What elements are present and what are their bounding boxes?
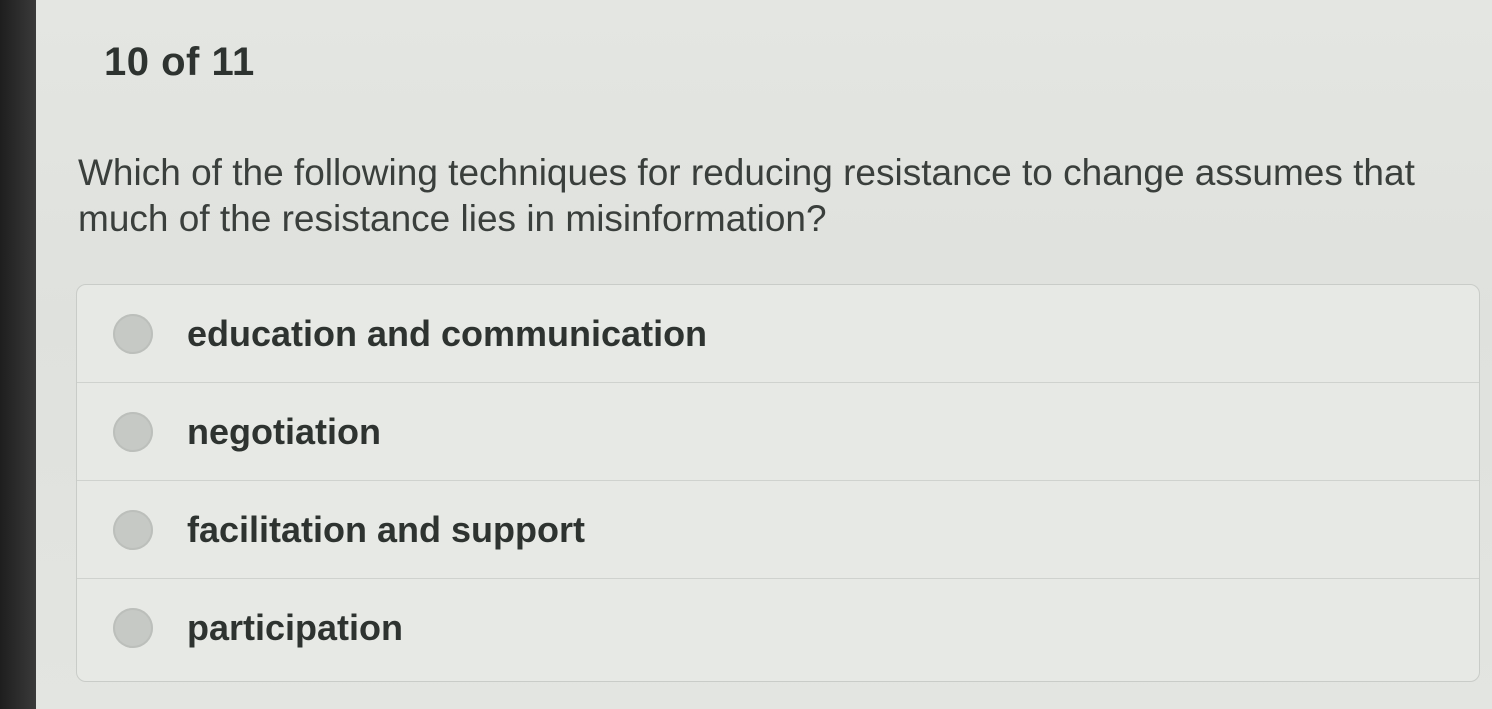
answer-option-facilitation[interactable]: facilitation and support [77,481,1479,579]
question-counter: 10 of 11 [104,40,255,84]
answer-option-education[interactable]: education and communication [77,285,1479,383]
radio-button[interactable] [113,608,153,648]
question-text: Which of the following techniques for re… [78,152,1415,239]
answer-option-label: participation [187,607,404,648]
answer-option-participation[interactable]: participation [77,579,1479,677]
answer-option-negotiation[interactable]: negotiation [77,383,1479,481]
answer-options: education and communication negotiation … [76,284,1480,682]
device-bezel [0,0,36,709]
radio-button[interactable] [113,411,153,452]
answer-option-label: education and communication [187,312,708,354]
radio-button[interactable] [113,313,153,354]
answer-option-label: negotiation [187,410,381,452]
radio-button[interactable] [113,509,153,550]
answer-option-label: facilitation and support [187,508,586,550]
quiz-screen: 10 of 11 Which of the following techniqu… [36,0,1492,709]
